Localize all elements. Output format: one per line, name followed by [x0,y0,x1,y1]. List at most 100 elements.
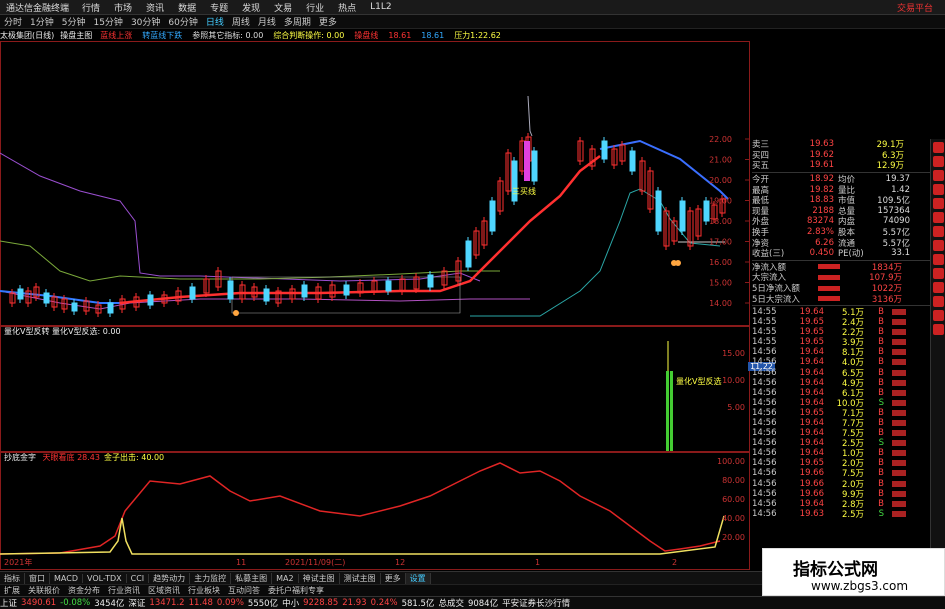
info-tab-1[interactable]: 关联报价 [24,585,64,596]
period-tab-10[interactable]: 更多 [315,15,341,28]
sidebar-shortcut-icon[interactable] [933,310,944,321]
menu-item-8[interactable]: 热点 [331,1,363,14]
main-chart-header: 太极集团(日线) 操盘主图 蓝线上涨 转蓝线下跌 参照其它指标: 0.00 综合判断操… [0,29,750,41]
period-tab-3[interactable]: 15分钟 [89,15,126,28]
status-item-12: 0.24% [370,598,398,608]
info-tab-2[interactable]: 资金分布 [64,585,104,596]
sub2-name[interactable]: 抄底金字 [4,453,36,462]
indicator-tab-12[interactable]: 设置 [405,572,431,584]
period-tab-1[interactable]: 1分钟 [26,15,58,28]
indicator-tab-0[interactable]: 指标 [0,572,25,584]
sidebar-shortcut-icon[interactable] [933,240,944,251]
trade-price: 19.65 [799,327,824,338]
trade-bar [892,450,906,457]
header-item-6: 18.61 [421,30,445,40]
indicator-tab-10[interactable]: 测试主图 [340,572,381,584]
quote-panel: 卖三 19.63 29.1万 买四 19.62 6.3万 买五 19.61 12.9万 今开 18.… [752,139,930,571]
menu-item-0[interactable]: 行情 [75,1,107,14]
period-tab-8[interactable]: 月线 [254,15,280,28]
indicator-tab-6[interactable]: 主力监控 [190,572,232,584]
flow-bar [818,296,840,302]
date-axis-label: 11 [236,558,246,567]
status-item-13: 581.5亿 [401,599,435,609]
info-tab-3[interactable]: 行业资讯 [104,585,144,596]
menu-item-9[interactable]: L1L2 [363,2,398,12]
brand-label[interactable]: 交易平台 [897,1,945,14]
menu-item-5[interactable]: 发现 [235,1,267,14]
indicator-tab-5[interactable]: 趋势动力 [149,572,191,584]
trade-price: 19.65 [799,458,824,469]
stat-value-2: 19.37 [885,174,910,185]
sidebar-shortcut-icon[interactable] [933,282,944,293]
period-tab-9[interactable]: 多周期 [280,15,315,28]
trade-bar [892,490,906,497]
indicator-tab-3[interactable]: VOL-TDX [83,573,127,583]
watermark-url: www.zbgs3.com [811,579,909,593]
info-tab-4[interactable]: 区域资讯 [144,585,184,596]
sidebar-shortcut-icon[interactable] [933,198,944,209]
trade-time: 14:56 [752,417,777,428]
trade-bar [892,500,906,507]
menu-item-3[interactable]: 数据 [171,1,203,14]
info-tab-6[interactable]: 互动问答 [224,585,264,596]
indicator-tab-11[interactable]: 更多 [381,572,406,584]
trade-price: 19.65 [799,407,824,418]
info-tab-7[interactable]: 委托户福利专享 [264,585,328,596]
indicator-tab-9[interactable]: 神试主图 [299,572,340,584]
trade-direction: B [878,428,884,439]
price-axis-label: 17.00 [709,238,732,247]
indicator-tab-8[interactable]: MA2 [272,573,299,583]
period-tab-6[interactable]: 日线 [202,15,228,28]
indicator-tab-1[interactable]: 窗口 [25,572,50,584]
trade-price: 19.66 [799,478,824,489]
info-tab-5[interactable]: 行业板块 [184,585,224,596]
menu-item-1[interactable]: 市场 [107,1,139,14]
sidebar-shortcut-icon[interactable] [933,226,944,237]
menu-item-2[interactable]: 资讯 [139,1,171,14]
sidebar-shortcut-icon[interactable] [933,184,944,195]
sub1-name[interactable]: 量化V型反转 [4,327,49,336]
sidebar-shortcut-icon[interactable] [933,324,944,335]
order-row: 买五 19.61 12.9万 [752,160,930,171]
trade-bar [892,460,906,467]
period-tab-5[interactable]: 60分钟 [164,15,201,28]
indicator-tab-2[interactable]: MACD [50,573,83,583]
sidebar-shortcut-icon[interactable] [933,268,944,279]
indicator-tab-4[interactable]: CCI [127,573,150,583]
period-tab-4[interactable]: 30分钟 [127,15,164,28]
date-axis-label: 1 [535,558,540,567]
menu-item-6[interactable]: 文易 [267,1,299,14]
sidebar-shortcut-icon[interactable] [933,212,944,223]
period-tab-7[interactable]: 周线 [228,15,254,28]
trade-direction: S [878,397,884,408]
sidebar-shortcut-icon[interactable] [933,170,944,181]
trade-direction: B [878,488,884,499]
indicator-tab-7[interactable]: 私募主图 [231,572,273,584]
watermark-title: 指标公式网 [793,560,878,580]
trade-bar [892,470,906,477]
sidebar-shortcut-icon[interactable] [933,142,944,153]
trade-time: 14:56 [752,498,777,509]
stock-name[interactable]: 太极集团(日线) [0,30,54,41]
chart-area[interactable]: 22.0021.0020.0019.0018.0017.0016.0015.00… [0,41,750,570]
header-item-2: 参照其它指标: 0.00 [192,30,264,40]
stat-value: 2188 [812,205,834,216]
menu-item-4[interactable]: 专题 [203,1,235,14]
menu-bar: 通达信金融终端 行情 市场 资讯 数据 专题 发现 文易 行业 热点 L1L2 交易平台 [0,0,945,15]
status-item-4: 深证 [128,599,146,609]
sidebar-shortcut-icon[interactable] [933,254,944,265]
sidebar-shortcut-icon[interactable] [933,156,944,167]
trade-bar [892,349,906,356]
trade-row: 14:56 19.63 2.5万 S [752,509,930,520]
header-item-0: 蓝线上涨 [100,30,133,40]
trade-direction: S [878,438,884,449]
period-toolbar: 分时 1分钟 5分钟 15分钟 30分钟 60分钟 日线 周线 月线 多周期 更多 [0,15,945,29]
main-indicator-name[interactable]: 操盘主图 [60,30,92,41]
period-tab-2[interactable]: 5分钟 [58,15,90,28]
candle-body [17,288,24,300]
period-tab-0[interactable]: 分时 [0,15,26,28]
trade-time: 14:56 [752,397,777,408]
sidebar-shortcut-icon[interactable] [933,296,944,307]
info-tab-0[interactable]: 扩展 [0,585,24,596]
menu-item-7[interactable]: 行业 [299,1,331,14]
